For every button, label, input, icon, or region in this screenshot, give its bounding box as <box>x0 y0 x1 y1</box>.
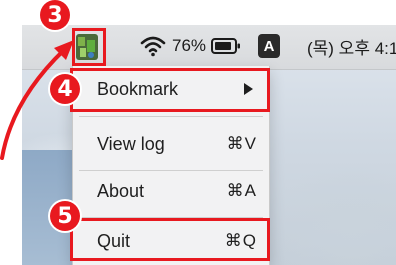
step-badge-3: 3 <box>40 0 70 30</box>
step-badge-5: 5 <box>50 201 80 231</box>
step-badge-4: 4 <box>50 74 80 104</box>
screenshot: 76% A (목) 오후 4:19 Bookmark View log ⌘V A… <box>0 0 396 265</box>
